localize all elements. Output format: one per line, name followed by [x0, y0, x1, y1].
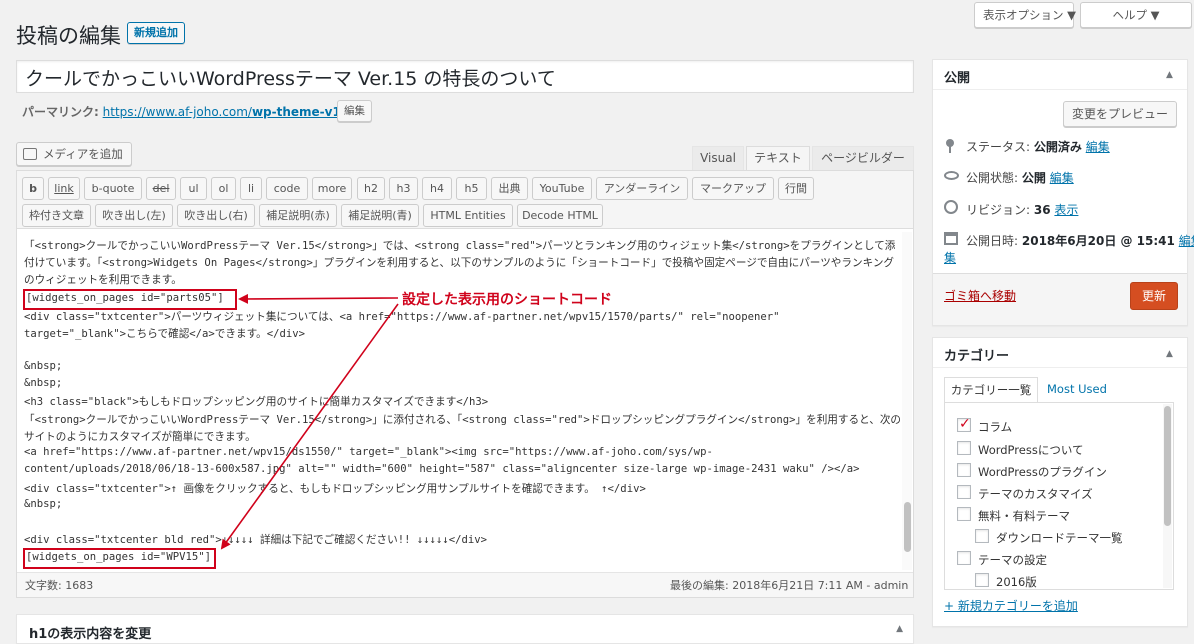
category-scrollbar[interactable] — [1163, 404, 1172, 588]
publish-header-divider — [933, 89, 1187, 90]
status-label: ステータス: — [966, 140, 1031, 154]
category-checkbox[interactable] — [975, 529, 989, 543]
category-checkbox[interactable] — [957, 485, 971, 499]
checkmark-icon: ✓ — [959, 416, 971, 432]
category-label: 無料・有料テーマ — [978, 509, 1070, 523]
categories-panel-title: カテゴリー — [944, 349, 1010, 364]
publish-date-label: 公開日時: — [966, 234, 1019, 248]
arrow-to-shortcode-1 — [238, 293, 399, 304]
status-row: ステータス: 公開済み 編集 — [966, 138, 1110, 155]
categories-toggle-icon[interactable]: ▲ — [1166, 349, 1173, 359]
category-label: WordPressについて — [978, 443, 1084, 457]
word-count: 文字数: 1683 — [25, 579, 94, 592]
revision-value: 36 — [1033, 203, 1051, 217]
category-checkbox[interactable] — [957, 441, 971, 455]
category-label: WordPressのプラグイン — [978, 465, 1107, 479]
publish-panel-title: 公開 — [944, 71, 971, 86]
publish-date-edit-link[interactable]: 編集 — [1179, 234, 1194, 248]
category-label: テーマの設定 — [978, 553, 1047, 567]
arrow-to-shortcode-2 — [220, 303, 399, 550]
category-checkbox[interactable] — [957, 507, 971, 521]
categories-header-divider — [933, 367, 1187, 368]
category-label: テーマのカスタマイズ — [978, 487, 1093, 501]
visibility-label: 公開状態: — [966, 171, 1019, 185]
preview-changes-button[interactable]: 変更をプレビュー — [1063, 101, 1177, 127]
status-value: 公開済み — [1033, 140, 1082, 154]
publish-date-row: 公開日時: 2018年6月20日 @ 15:41 編集 — [966, 232, 1194, 249]
tab-most-used[interactable]: Most Used — [1047, 382, 1107, 396]
visibility-value: 公開 — [1021, 171, 1046, 185]
visibility-edit-link[interactable]: 編集 — [1050, 171, 1074, 185]
h1-postbox: h1の表示内容を変更 ▲ — [16, 614, 914, 644]
category-checkbox[interactable] — [957, 551, 971, 565]
revision-row: リビジョン: 36 表示 — [966, 201, 1078, 218]
category-scrollbar-thumb[interactable] — [1164, 406, 1171, 526]
publish-toggle-icon[interactable]: ▲ — [1166, 70, 1173, 80]
pin-icon-stem — [949, 146, 951, 153]
update-button[interactable]: 更新 — [1130, 282, 1178, 310]
visibility-row: 公開状態: 公開 編集 — [966, 169, 1074, 186]
revision-view-link[interactable]: 表示 — [1054, 203, 1078, 217]
category-label: ダウンロードテーマ一覧 — [996, 531, 1123, 545]
revision-label: リビジョン: — [966, 203, 1031, 217]
category-checkbox[interactable] — [975, 573, 989, 587]
add-new-category-link[interactable]: + 新規カテゴリーを追加 — [944, 597, 1078, 614]
last-edit: 最後の編集: 2018年6月21日 7:11 AM - admin — [670, 579, 909, 592]
category-label: 2016版 — [996, 575, 1037, 589]
status-edit-link[interactable]: 編集 — [1086, 140, 1110, 154]
revisions-icon — [944, 200, 958, 214]
eye-icon — [944, 171, 959, 180]
calendar-icon — [944, 232, 958, 245]
h1-postbox-title: h1の表示内容を変更 — [29, 627, 152, 642]
move-to-trash-link[interactable]: ゴミ箱へ移動 — [944, 287, 1016, 304]
tab-all-categories[interactable]: カテゴリー一覧 — [944, 377, 1038, 403]
publish-date-value: 2018年6月20日 @ 15:41 — [1021, 234, 1175, 248]
category-checkbox-column[interactable]: ✓ — [957, 416, 971, 432]
h1-postbox-toggle-icon[interactable]: ▲ — [896, 624, 903, 634]
category-checkbox[interactable] — [957, 463, 971, 477]
publish-date-edit-link-wrap[interactable]: 集 — [944, 249, 956, 266]
category-label: コラム — [978, 420, 1013, 434]
